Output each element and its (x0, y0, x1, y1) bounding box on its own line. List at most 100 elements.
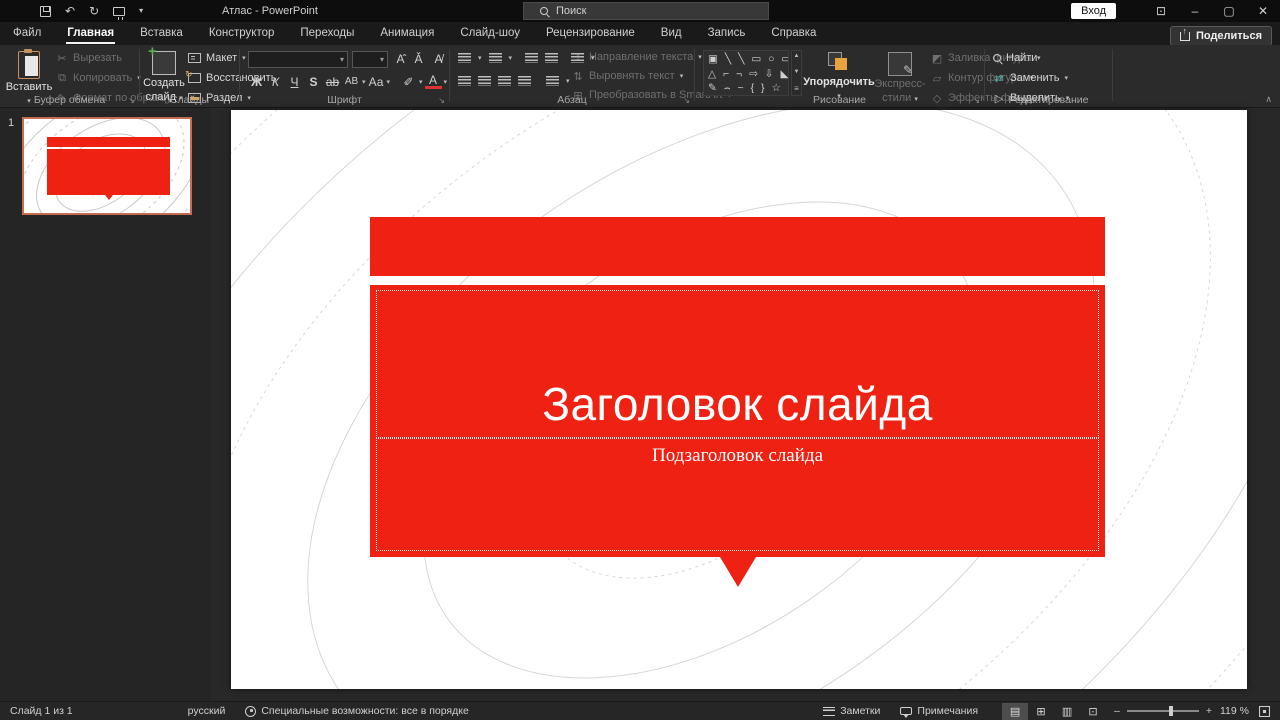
slide-title-text[interactable]: Заголовок слайда (542, 381, 933, 437)
ribbon-display-options-icon[interactable]: ⊡ (1144, 0, 1178, 22)
slide-counter[interactable]: Слайд 1 из 1 (0, 705, 83, 717)
strikethrough-button[interactable]: ab (324, 75, 341, 89)
case-dropdown-icon: ▾ (387, 78, 391, 86)
tab-record[interactable]: Запись (695, 23, 759, 44)
increase-indent-icon[interactable] (545, 53, 558, 63)
text-direction-icon: ↕ (572, 51, 584, 63)
minimize-button[interactable]: – (1178, 0, 1212, 22)
start-presentation-icon[interactable] (113, 7, 125, 16)
collapse-ribbon-icon[interactable]: ∧ (1265, 94, 1272, 105)
replace-button[interactable]: ⇄ Заменить ▾ (993, 70, 1069, 86)
slide-title-block[interactable]: Заголовок слайда Подзаголовок слайда (370, 285, 1105, 557)
grow-font-icon[interactable]: А̂ (392, 52, 409, 66)
tab-design[interactable]: Конструктор (196, 23, 288, 44)
change-case-button[interactable]: Аа (368, 75, 385, 89)
close-button[interactable]: ✕ (1246, 0, 1280, 22)
bullets-icon[interactable] (458, 53, 471, 63)
decrease-indent-icon[interactable] (525, 53, 538, 63)
share-button[interactable]: Поделиться (1170, 26, 1272, 46)
align-right-icon[interactable] (498, 76, 511, 86)
tab-insert[interactable]: Вставка (127, 23, 196, 44)
gallery-up-icon[interactable]: ▲ (794, 53, 800, 59)
slide-sorter-view-button[interactable]: ⊞ (1028, 703, 1054, 720)
zoom-in-button[interactable]: + (1206, 705, 1212, 717)
font-size-dropdown-icon: ▾ (380, 55, 384, 64)
columns-icon (546, 76, 559, 86)
tab-view[interactable]: Вид (648, 23, 695, 44)
notes-toggle[interactable]: Заметки (813, 705, 890, 717)
clipboard-dialog-launcher-icon[interactable]: ↘ (128, 96, 135, 105)
comments-toggle[interactable]: Примечания (890, 705, 988, 717)
italic-button[interactable]: К (267, 75, 284, 89)
zoom-slider[interactable] (1127, 710, 1199, 712)
shrink-font-icon[interactable]: А̌ (410, 52, 427, 66)
align-center-icon[interactable] (478, 76, 491, 86)
shapes-gallery[interactable]: ▣ ╲ ╲ ▭ ○ ▭ △ ⌐ ¬ ⇨ ⇩ ◣ ✎ ⌢ ~ { } ☆ (703, 50, 789, 96)
zoom-slider-thumb[interactable] (1169, 706, 1173, 716)
bold-button[interactable]: Ж (248, 75, 265, 89)
subtitle-placeholder[interactable]: Подзаголовок слайда (376, 438, 1099, 551)
slide-pointer-shape[interactable] (720, 557, 756, 587)
slide-canvas[interactable]: Заголовок слайда Подзаголовок слайда (231, 110, 1247, 689)
align-text-label: Выровнять текст (589, 70, 675, 82)
gallery-down-icon[interactable]: ▼ (794, 69, 800, 75)
slides-group-label: Слайды (140, 94, 239, 106)
clear-formatting-icon[interactable]: А̸ (430, 52, 447, 66)
undo-icon[interactable]: ↶ (65, 5, 75, 17)
paragraph-group-label: Абзац (450, 94, 694, 106)
tab-animations[interactable]: Анимация (367, 23, 447, 44)
redo-icon[interactable]: ↻ (89, 5, 99, 17)
numbering-icon[interactable] (489, 53, 502, 63)
new-slide-icon (152, 51, 176, 75)
tab-slideshow[interactable]: Слайд-шоу (447, 23, 533, 44)
thumbnail-top-bar-shape (47, 137, 170, 147)
replace-icon: ⇄ (993, 72, 1005, 84)
font-color-button[interactable]: А (425, 74, 442, 89)
highlight-color-icon[interactable]: ✐ (400, 75, 417, 89)
shapes-gallery-scroll[interactable]: ▲ ▼ ≡ (791, 50, 802, 96)
drawing-dialog-launcher-icon[interactable]: ↘ (973, 96, 980, 105)
accessibility-status[interactable]: Специальные возможности: все в порядке (235, 705, 478, 717)
font-dialog-launcher-icon[interactable]: ↘ (438, 96, 445, 105)
zoom-level[interactable]: 119 % (1220, 705, 1249, 717)
character-spacing-button[interactable]: АВ (343, 76, 360, 87)
slide-number: 1 (8, 117, 14, 129)
save-icon[interactable] (40, 6, 51, 17)
language-indicator[interactable]: русский (178, 705, 236, 717)
reading-view-button[interactable]: ▥ (1054, 703, 1080, 720)
font-size-combo[interactable]: ▾ (352, 51, 388, 68)
font-group-label: Шрифт (240, 94, 449, 106)
zoom-out-button[interactable]: – (1114, 705, 1120, 717)
align-left-icon[interactable] (458, 76, 471, 86)
sign-in-button[interactable]: Вход (1071, 3, 1116, 19)
slide-top-bar-shape[interactable] (370, 217, 1105, 276)
slide-subtitle-text[interactable]: Подзаголовок слайда (652, 439, 823, 467)
tab-help[interactable]: Справка (758, 23, 829, 44)
paragraph-dialog-launcher-icon[interactable]: ↘ (683, 96, 690, 105)
tab-review[interactable]: Рецензирование (533, 23, 648, 44)
fit-slide-to-window-icon[interactable] (1259, 706, 1270, 717)
text-shadow-button[interactable]: S (305, 75, 322, 89)
slideshow-view-button[interactable]: ⊡ (1080, 703, 1106, 720)
find-button[interactable]: Найти (993, 50, 1069, 66)
underline-button[interactable]: Ч (286, 75, 303, 89)
quick-styles-label-1: Экспресс- (874, 78, 925, 90)
title-placeholder[interactable]: Заголовок слайда (376, 290, 1099, 438)
normal-view-button[interactable]: ▤ (1002, 703, 1028, 720)
slide-thumbnail[interactable] (22, 117, 192, 215)
justify-icon[interactable] (518, 76, 531, 86)
tab-file[interactable]: Файл (0, 23, 54, 44)
layout-icon (188, 53, 201, 63)
group-drawing: ▣ ╲ ╲ ▭ ○ ▭ △ ⌐ ¬ ⇨ ⇩ ◣ ✎ ⌢ ~ { } ☆ ▲ ▼ … (695, 45, 984, 107)
search-input[interactable]: Поиск (523, 2, 769, 20)
font-name-combo[interactable]: ▾ (248, 51, 348, 68)
arrange-button[interactable]: Упорядочить ▾ (807, 48, 871, 100)
tab-home[interactable]: Главная (54, 23, 127, 44)
maximize-button[interactable]: ▢ (1212, 0, 1246, 22)
tab-transitions[interactable]: Переходы (287, 23, 367, 44)
group-paragraph: ▾ ▾ ▾ ▾ ↕ Направление текста ▾ (450, 45, 694, 107)
gallery-more-icon[interactable]: ≡ (794, 84, 799, 93)
paste-label: Вставить (6, 81, 53, 95)
reset-icon (188, 73, 201, 83)
customize-qat-icon[interactable]: ▾ (139, 7, 143, 15)
